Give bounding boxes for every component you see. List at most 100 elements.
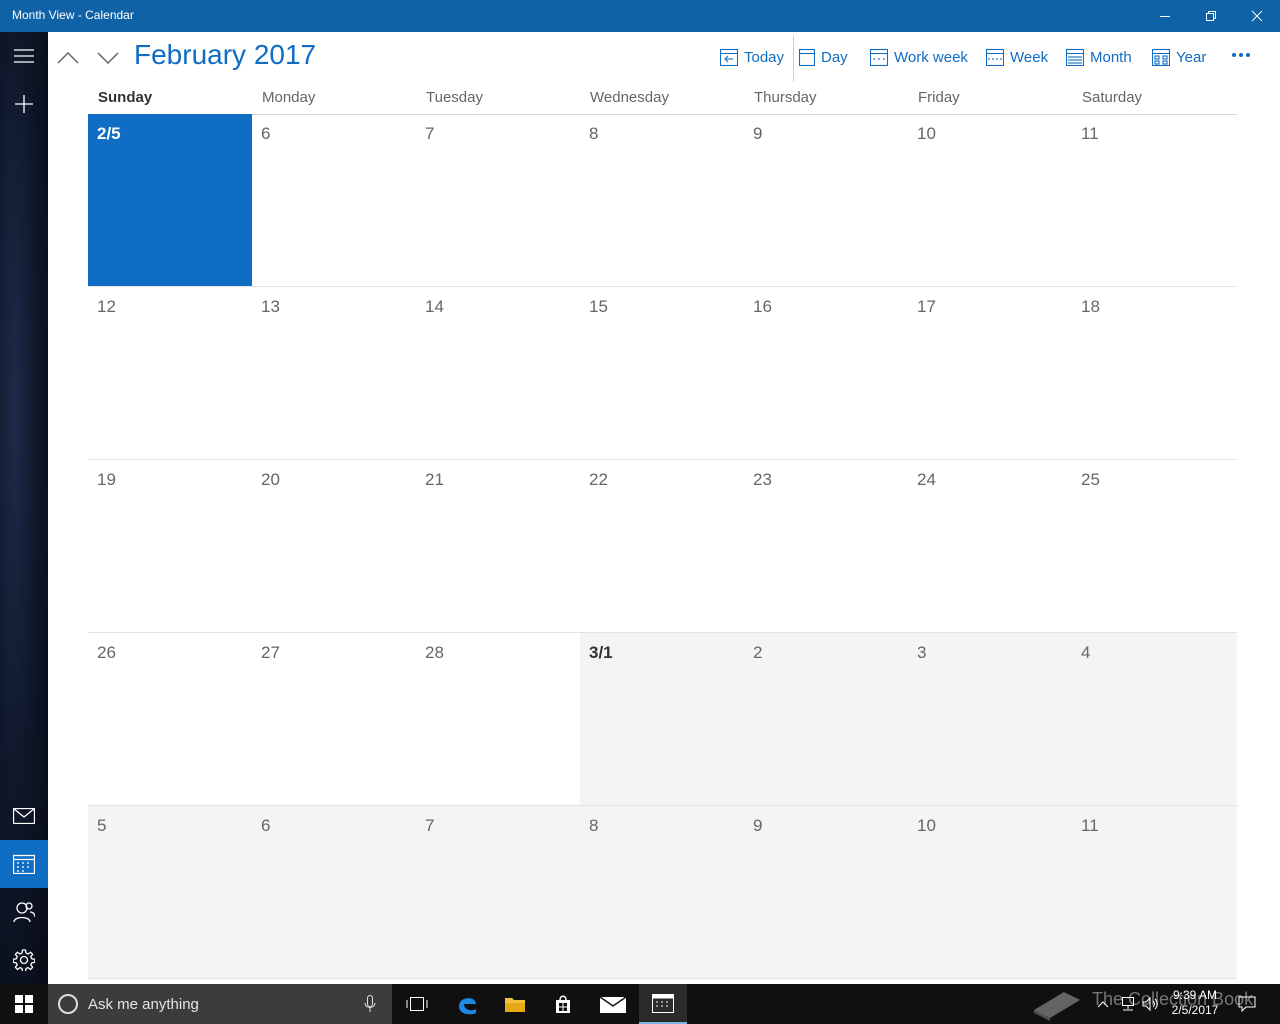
show-hidden-icons-button[interactable]	[1092, 984, 1114, 1024]
work-week-view-button[interactable]: Work week	[870, 44, 968, 70]
today-label: Today	[744, 48, 785, 66]
volume-icon	[1142, 996, 1158, 1012]
day-cell-next-month[interactable]: 5	[88, 806, 252, 979]
people-button[interactable]	[0, 888, 48, 936]
week-icon	[986, 48, 1004, 66]
next-month-button[interactable]	[96, 46, 120, 70]
day-cell-next-month[interactable]: 2	[744, 633, 908, 806]
day-cell[interactable]: 12	[88, 287, 252, 460]
edge-icon	[459, 998, 476, 1015]
more-dot-icon	[1232, 53, 1236, 57]
day-cell[interactable]: 8	[580, 114, 744, 287]
clock-time: 9:39 AM	[1172, 988, 1218, 1002]
day-cell[interactable]: 11	[1072, 114, 1237, 287]
day-cell[interactable]: 10	[908, 114, 1072, 287]
today-button[interactable]: Today	[720, 44, 784, 70]
day-cell[interactable]: 25	[1072, 460, 1237, 633]
hamburger-menu-button[interactable]	[0, 32, 48, 80]
chevron-up-icon	[57, 52, 79, 64]
network-button[interactable]	[1116, 984, 1138, 1024]
month-icon	[1066, 48, 1084, 66]
day-cell[interactable]: 13	[252, 287, 416, 460]
day-cell[interactable]: 17	[908, 287, 1072, 460]
day-cell[interactable]: 26	[88, 633, 252, 806]
file-explorer-button[interactable]	[492, 984, 538, 1024]
day-number: 21	[425, 470, 444, 489]
day-number: 7	[425, 816, 435, 835]
settings-button[interactable]	[0, 936, 48, 984]
action-center-button[interactable]	[1234, 984, 1260, 1024]
minimize-button[interactable]	[1142, 0, 1188, 32]
day-number: 8	[589, 124, 599, 143]
day-cell[interactable]: 27	[252, 633, 416, 806]
restore-button[interactable]	[1188, 0, 1234, 32]
year-icon	[1152, 48, 1170, 66]
calendar-button[interactable]	[0, 840, 48, 888]
day-cell-next-month[interactable]: 7	[416, 806, 580, 979]
day-view-button[interactable]: Day	[799, 44, 848, 70]
week-view-button[interactable]: Week	[986, 44, 1048, 70]
day-cell[interactable]: 18	[1072, 287, 1237, 460]
day-cell[interactable]: 9	[744, 114, 908, 287]
weekday-monday: Monday	[262, 89, 316, 106]
day-cell-next-month[interactable]: 10	[908, 806, 1072, 979]
day-cell[interactable]: 7	[416, 114, 580, 287]
taskbar: Ask me anything The Collection Book 9:39…	[0, 984, 1280, 1024]
day-number: 3/1	[589, 643, 613, 662]
edge-browser-button[interactable]	[444, 984, 490, 1024]
month-view-button[interactable]: Month	[1066, 44, 1132, 70]
mail-app-button[interactable]	[590, 984, 636, 1024]
folder-icon	[505, 998, 525, 1012]
work-week-label: Work week	[894, 48, 968, 66]
title-bar: Month View - Calendar	[0, 0, 1280, 32]
day-cell[interactable]: 16	[744, 287, 908, 460]
chevron-up-icon	[1097, 1001, 1109, 1008]
day-cell-next-month[interactable]: 6	[252, 806, 416, 979]
new-event-button[interactable]	[0, 80, 48, 128]
close-button[interactable]	[1234, 0, 1280, 32]
volume-button[interactable]	[1140, 984, 1162, 1024]
day-cell-today[interactable]: 2/5	[88, 114, 252, 287]
day-cell[interactable]: 6	[252, 114, 416, 287]
day-cell-next-month[interactable]: 8	[580, 806, 744, 979]
previous-month-button[interactable]	[56, 46, 80, 70]
day-cell[interactable]: 28	[416, 633, 580, 806]
day-cell[interactable]: 23	[744, 460, 908, 633]
month-title[interactable]: February 2017	[134, 39, 316, 71]
microphone-icon[interactable]	[364, 995, 376, 1013]
day-cell[interactable]: 20	[252, 460, 416, 633]
mail-icon	[13, 808, 35, 824]
day-view-label: Day	[821, 48, 848, 66]
day-number: 12	[97, 297, 116, 316]
weekday-saturday: Saturday	[1082, 89, 1143, 106]
day-cell[interactable]: 19	[88, 460, 252, 633]
day-cell-next-month[interactable]: 3/1	[580, 633, 744, 806]
store-button[interactable]	[540, 984, 586, 1024]
search-box[interactable]: Ask me anything	[48, 984, 392, 1024]
day-cell[interactable]: 21	[416, 460, 580, 633]
day-number: 5	[97, 816, 107, 835]
start-button[interactable]	[0, 984, 48, 1024]
mail-button[interactable]	[0, 792, 48, 840]
hamburger-icon	[14, 49, 34, 63]
day-number: 27	[261, 643, 280, 662]
day-cell-next-month[interactable]: 3	[908, 633, 1072, 806]
more-options-button[interactable]	[1228, 44, 1254, 66]
system-clock[interactable]: 9:39 AM 2/5/2017	[1160, 988, 1230, 1018]
day-cell[interactable]: 24	[908, 460, 1072, 633]
year-view-button[interactable]: Year	[1152, 44, 1206, 70]
day-cell-next-month[interactable]: 11	[1072, 806, 1237, 979]
day-cell[interactable]: 22	[580, 460, 744, 633]
day-cell[interactable]: 15	[580, 287, 744, 460]
day-number: 15	[589, 297, 608, 316]
day-cell-next-month[interactable]: 4	[1072, 633, 1237, 806]
day-cell-next-month[interactable]: 9	[744, 806, 908, 979]
task-view-button[interactable]	[394, 984, 440, 1024]
day-number: 9	[753, 816, 763, 835]
day-number: 8	[589, 816, 599, 835]
day-cell[interactable]: 14	[416, 287, 580, 460]
calendar-app-button[interactable]	[639, 984, 687, 1024]
weekday-thursday: Thursday	[754, 89, 817, 106]
day-number: 10	[917, 124, 936, 143]
day-number: 4	[1081, 643, 1091, 662]
